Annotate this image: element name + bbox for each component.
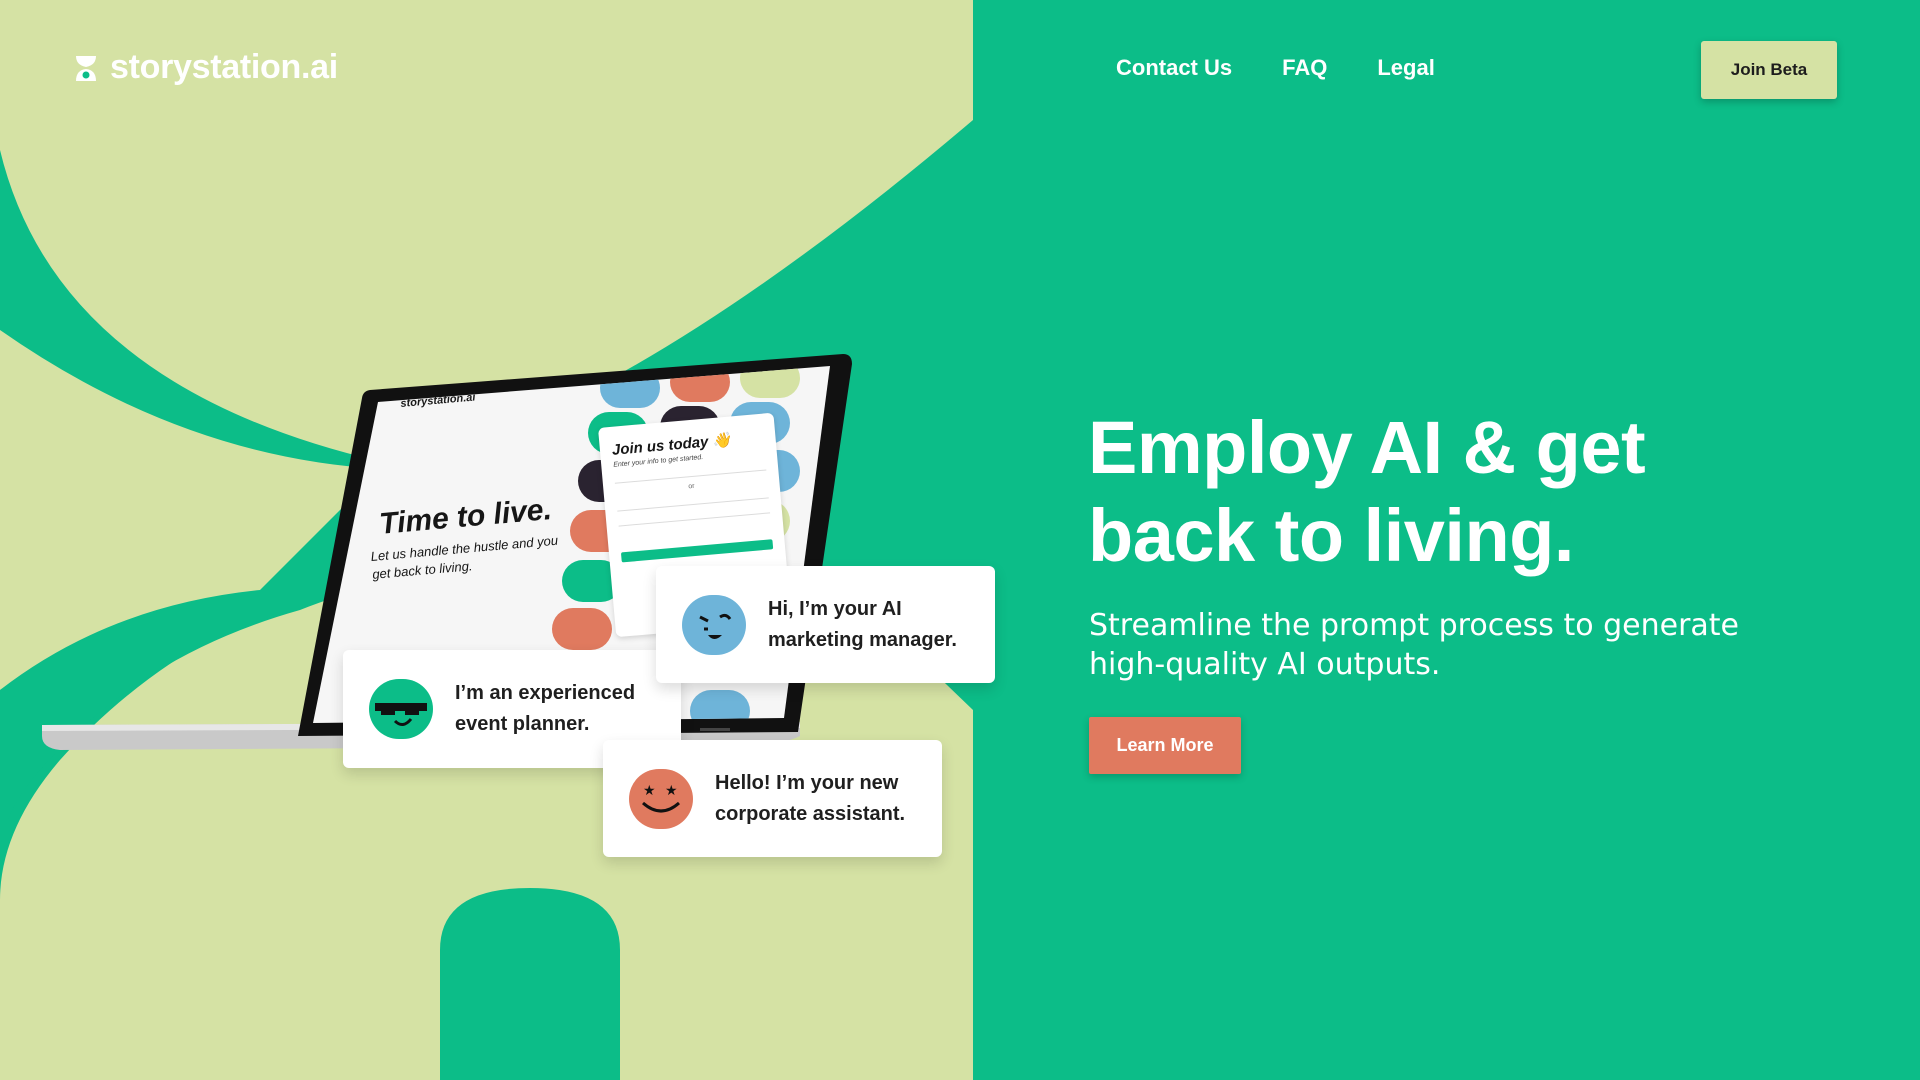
- logo-icon: [76, 55, 96, 81]
- nav-legal[interactable]: Legal: [1377, 55, 1434, 81]
- logo-text: storystation.ai: [110, 48, 338, 86]
- form-field: [618, 512, 771, 527]
- join-beta-button[interactable]: Join Beta: [1701, 41, 1837, 99]
- nav-contact-us[interactable]: Contact Us: [1116, 55, 1232, 81]
- hero-title: Employ AI & get back to living.: [1088, 406, 1646, 577]
- nav-faq[interactable]: FAQ: [1282, 55, 1327, 81]
- card-text: Hi, I’m your AI marketing manager.: [768, 597, 957, 651]
- orange-star-eyes-face-icon: ★ ★: [629, 768, 693, 829]
- hero-subtitle: Streamline the prompt process to generat…: [1089, 608, 1740, 682]
- corporate-assistant-card: ★ ★ Hello! I’m your new corporate assist…: [603, 740, 942, 857]
- logo[interactable]: storystation.ai: [74, 48, 338, 87]
- main-nav: Contact Us FAQ Legal: [1116, 55, 1435, 81]
- card-text: Hello! I’m your new corporate assistant.: [715, 771, 906, 825]
- learn-more-button[interactable]: Learn More: [1089, 717, 1241, 774]
- blue-winking-face-icon: [682, 594, 746, 655]
- svg-text:★: ★: [643, 783, 656, 799]
- green-sunglasses-face-icon: [369, 679, 433, 739]
- form-submit: [620, 539, 774, 563]
- form-or: or: [688, 482, 695, 491]
- marketing-manager-card: Hi, I’m your AI marketing manager.: [656, 566, 995, 683]
- form-field: [617, 497, 769, 512]
- card-text: I’m an experienced event planner.: [455, 682, 636, 735]
- svg-text:★: ★: [665, 783, 678, 799]
